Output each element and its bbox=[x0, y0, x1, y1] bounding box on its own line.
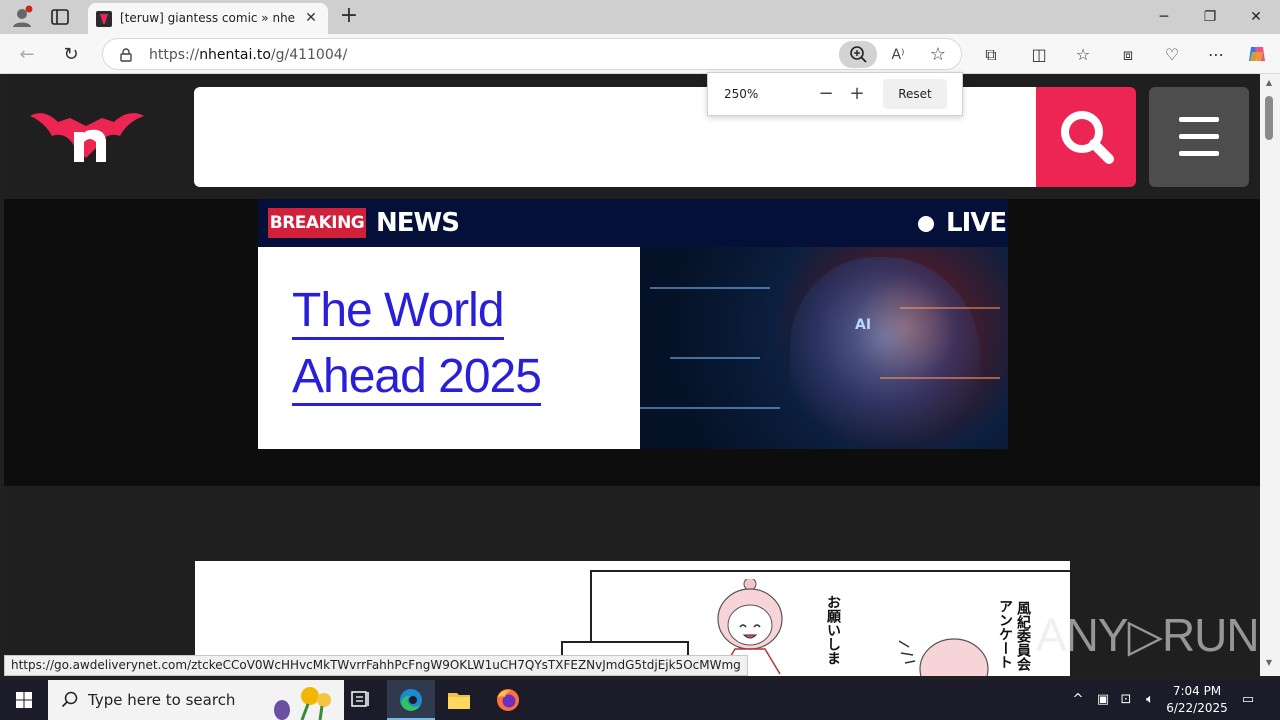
circuit-line bbox=[880, 377, 1000, 379]
ad-header: BREAKING NEWS LIVE bbox=[258, 199, 1008, 247]
ad-headline[interactable]: The World Ahead 2025 bbox=[292, 281, 622, 413]
tab-close-icon[interactable]: ✕ bbox=[302, 9, 320, 27]
ad-banner[interactable]: BREAKING NEWS LIVE The World Ahead 2025 … bbox=[258, 199, 1008, 449]
zoom-in-button[interactable]: + bbox=[846, 83, 868, 105]
ad-headline-line-2: Ahead 2025 bbox=[292, 351, 542, 406]
page-scrollbar[interactable]: ▲ ▼ bbox=[1260, 74, 1280, 676]
clock-date: 6/22/2025 bbox=[1166, 701, 1228, 715]
address-bar[interactable]: https://nhentai.to/g/411004/ A⁾ ☆ bbox=[102, 38, 962, 70]
restore-icon[interactable]: ❐ bbox=[1198, 6, 1222, 28]
extensions-icon[interactable]: ⧉ bbox=[979, 43, 1003, 67]
url-text[interactable]: https://nhentai.to/g/411004/ bbox=[149, 47, 347, 63]
back-icon[interactable]: ← bbox=[14, 42, 40, 68]
minimize-icon[interactable]: ─ bbox=[1152, 6, 1176, 28]
volume-icon[interactable]: 🔈︎ bbox=[1140, 690, 1160, 710]
copilot-icon[interactable] bbox=[1245, 43, 1269, 67]
tray-device-icon[interactable]: ▣ bbox=[1093, 690, 1113, 710]
link-status-bar: https://go.awdeliverynet.com/ztckeCCoV0W… bbox=[4, 655, 748, 676]
zoom-indicator-icon[interactable] bbox=[839, 41, 877, 68]
hamburger-menu-button[interactable] bbox=[1149, 87, 1249, 187]
manga-text: 風紀委員会 bbox=[1015, 601, 1031, 671]
windows-taskbar: Type here to search ^ ▣ ⊡ 🔈︎ 7:04 PM 6/2… bbox=[0, 680, 1280, 720]
search-button[interactable] bbox=[1036, 87, 1136, 187]
live-label: LIVE bbox=[946, 208, 1007, 238]
manga-text: お願いしま bbox=[825, 595, 841, 665]
split-screen-icon[interactable]: ◫ bbox=[1027, 43, 1051, 67]
zoom-level: 250% bbox=[724, 87, 759, 101]
windows-logo-icon bbox=[16, 692, 32, 708]
zoom-out-button[interactable]: − bbox=[815, 83, 837, 105]
watermark-logo: ANY▷RUN bbox=[1036, 609, 1260, 661]
search-highlight-image bbox=[274, 687, 331, 720]
window-close-icon[interactable]: ✕ bbox=[1244, 6, 1268, 28]
taskbar-search-placeholder: Type here to search bbox=[88, 691, 236, 709]
start-button[interactable] bbox=[0, 680, 48, 720]
web-page: BREAKING NEWS LIVE The World Ahead 2025 … bbox=[4, 74, 1260, 676]
site-logo[interactable] bbox=[28, 106, 146, 166]
circuit-line bbox=[900, 307, 1000, 309]
zoom-popup: 250% − + Reset bbox=[707, 72, 963, 116]
site-header bbox=[4, 74, 1260, 199]
scroll-down-icon[interactable]: ▼ bbox=[1264, 658, 1274, 668]
ai-head-image: AI bbox=[640, 247, 1008, 449]
circuit-line bbox=[670, 357, 760, 359]
edge-taskbar-icon[interactable] bbox=[387, 680, 435, 720]
tab-active[interactable]: [teruw] giantess comic » nhentai: hentai… bbox=[88, 3, 328, 34]
favorites-icon[interactable]: ☆ bbox=[1071, 43, 1095, 67]
tray-chevron-icon[interactable]: ^ bbox=[1068, 690, 1088, 710]
ad-zone: BREAKING NEWS LIVE The World Ahead 2025 … bbox=[4, 199, 1260, 486]
live-dot-icon bbox=[918, 216, 934, 232]
breaking-badge: BREAKING bbox=[268, 208, 366, 238]
more-menu-icon[interactable]: ⋯ bbox=[1204, 43, 1228, 67]
scroll-thumb[interactable] bbox=[1265, 96, 1273, 140]
ai-chip-label: AI bbox=[855, 317, 872, 333]
site-favicon-icon bbox=[96, 11, 112, 27]
firefox-icon[interactable] bbox=[484, 680, 532, 720]
circuit-line bbox=[650, 287, 770, 289]
collections-icon[interactable]: ⧈ bbox=[1116, 43, 1140, 67]
lock-icon[interactable] bbox=[119, 47, 133, 62]
scroll-up-icon[interactable]: ▲ bbox=[1264, 78, 1274, 88]
browser-essentials-icon[interactable]: ♡ bbox=[1160, 43, 1184, 67]
search-icon bbox=[1061, 111, 1114, 164]
ad-headline-line-1: The World bbox=[292, 285, 505, 340]
network-icon[interactable]: ⊡ bbox=[1116, 690, 1136, 710]
search-icon bbox=[61, 691, 79, 709]
browser-toolbar: ← ↻ https://nhentai.to/g/411004/ A⁾ ☆ ⧉ … bbox=[0, 34, 1280, 74]
task-view-icon[interactable] bbox=[336, 680, 384, 720]
taskbar-clock[interactable]: 7:04 PM 6/22/2025 bbox=[1160, 683, 1234, 717]
ai-head-shape bbox=[790, 257, 980, 449]
tab-actions-icon[interactable] bbox=[50, 7, 70, 27]
notifications-icon[interactable]: ▭ bbox=[1238, 690, 1258, 710]
taskbar-search[interactable]: Type here to search bbox=[48, 680, 344, 720]
circuit-line bbox=[640, 407, 780, 409]
tab-bar: [teruw] giantess comic » nhentai: hentai… bbox=[0, 0, 1280, 34]
manga-text: アンケート bbox=[997, 599, 1013, 669]
clock-time: 7:04 PM bbox=[1172, 684, 1222, 698]
profile-icon[interactable] bbox=[10, 5, 34, 29]
tab-title: [teruw] giantess comic » nhentai: hentai… bbox=[120, 11, 295, 25]
read-aloud-icon[interactable]: A⁾ bbox=[887, 44, 909, 66]
refresh-icon[interactable]: ↻ bbox=[58, 42, 84, 68]
file-explorer-icon[interactable] bbox=[435, 680, 483, 720]
news-label: NEWS bbox=[376, 208, 460, 238]
zoom-reset-button[interactable]: Reset bbox=[883, 79, 947, 109]
favorite-star-icon[interactable]: ☆ bbox=[927, 44, 949, 66]
new-tab-button[interactable]: + bbox=[338, 5, 360, 28]
